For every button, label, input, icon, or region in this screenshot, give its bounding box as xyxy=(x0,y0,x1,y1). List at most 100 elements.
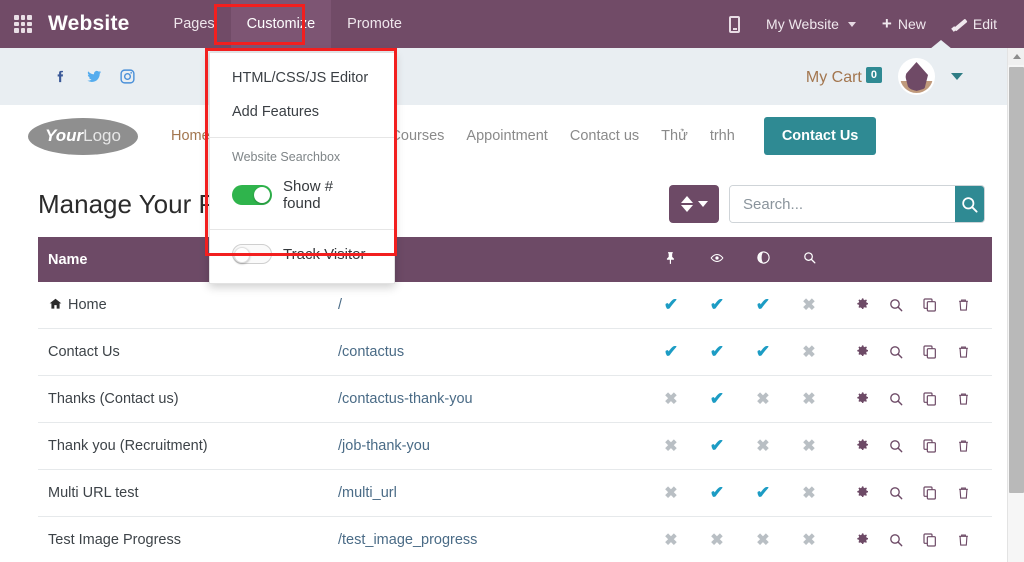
gear-icon[interactable] xyxy=(854,344,870,360)
page-name-text: Home xyxy=(68,297,107,313)
cell-row-actions xyxy=(832,469,992,517)
dropdown-item-add-features[interactable]: Add Features xyxy=(210,95,394,129)
cell-page-url[interactable]: / xyxy=(328,282,648,329)
trash-icon[interactable] xyxy=(956,532,971,548)
trash-icon[interactable] xyxy=(956,297,971,313)
trash-icon[interactable] xyxy=(956,344,971,360)
table-row[interactable]: Home / ✔ ✔ ✔ ✖ xyxy=(38,282,992,329)
column-header-pin[interactable] xyxy=(648,237,694,282)
website-selector-label: My Website xyxy=(766,16,839,32)
table-row[interactable]: Contact Us/contactus ✔ ✔ ✔ ✖ xyxy=(38,328,992,376)
avatar-chevron-down-icon[interactable] xyxy=(951,73,963,80)
magnifier-icon[interactable] xyxy=(888,344,904,360)
search-button[interactable] xyxy=(955,186,984,222)
duplicate-icon[interactable] xyxy=(922,485,938,501)
dropdown-item-html-css-js-editor[interactable]: HTML/CSS/JS Editor xyxy=(210,61,394,95)
logo-bold-text: Your xyxy=(45,126,84,145)
table-row[interactable]: Multi URL test/multi_url ✖ ✔ ✔ ✖ xyxy=(38,469,992,517)
gear-icon[interactable] xyxy=(854,485,870,501)
magnifier-icon[interactable] xyxy=(888,297,904,313)
duplicate-icon[interactable] xyxy=(922,297,938,313)
table-row[interactable]: Test Image Progress/test_image_progress ✖… xyxy=(38,516,992,562)
duplicate-icon[interactable] xyxy=(922,344,938,360)
duplicate-icon[interactable] xyxy=(922,532,938,548)
menu-item-pages[interactable]: Pages xyxy=(158,0,231,48)
duplicate-icon[interactable] xyxy=(922,438,938,454)
page-name-text: Thanks (Contact us) xyxy=(48,391,179,407)
cell-flag-2: ✔ xyxy=(740,469,786,517)
magnifier-icon[interactable] xyxy=(888,391,904,407)
cell-page-url[interactable]: /contactus-thank-you xyxy=(328,375,648,423)
cross-icon: ✖ xyxy=(664,391,678,408)
table-row[interactable]: Thanks (Contact us) /contactus-thank-you ✖… xyxy=(38,375,992,423)
menu-item-customize[interactable]: Customize xyxy=(230,0,332,48)
edit-button[interactable]: Edit xyxy=(939,16,1010,32)
cross-icon: ✖ xyxy=(756,438,770,455)
nav-link-trhh[interactable]: trhh xyxy=(699,128,746,144)
plus-icon: + xyxy=(881,14,892,33)
gear-icon[interactable] xyxy=(854,438,870,454)
cell-flag-3: ✖ xyxy=(786,516,832,562)
gear-icon[interactable] xyxy=(854,532,870,548)
scrollbar-thumb[interactable] xyxy=(1009,67,1024,493)
check-icon: ✔ xyxy=(663,295,679,314)
scroll-up-arrow-icon[interactable] xyxy=(1008,48,1024,65)
magnifier-icon[interactable] xyxy=(888,485,904,501)
nav-link-appointment[interactable]: Appointment xyxy=(455,128,558,144)
cell-page-url[interactable]: /job-thank-you xyxy=(328,422,648,470)
site-logo[interactable]: Your Logo xyxy=(28,117,138,155)
cell-flag-3: ✖ xyxy=(786,469,832,517)
website-selector[interactable]: My Website xyxy=(753,16,869,32)
magnifier-icon[interactable] xyxy=(888,532,904,548)
toggle-switch-on[interactable] xyxy=(232,185,272,205)
contact-us-button[interactable]: Contact Us xyxy=(763,117,877,155)
page-name-text: Thank you (Recruitment) xyxy=(48,438,208,454)
trash-icon[interactable] xyxy=(956,485,971,501)
column-header-published[interactable] xyxy=(694,237,740,282)
duplicate-icon[interactable] xyxy=(922,391,938,407)
mobile-preview-button[interactable] xyxy=(716,15,753,33)
cell-flag-0: ✖ xyxy=(648,469,694,517)
dropdown-toggle-show-found[interactable]: Show # found xyxy=(210,172,394,221)
table-row[interactable]: Thank you (Recruitment) /job-thank-you ✖ ✔ ✖… xyxy=(38,422,992,470)
cross-icon: ✖ xyxy=(664,438,678,455)
cell-page-url[interactable]: /test_image_progress xyxy=(328,516,648,562)
social-links xyxy=(52,68,136,85)
gear-icon[interactable] xyxy=(854,391,870,407)
sort-button[interactable] xyxy=(669,185,719,223)
magnifier-icon[interactable] xyxy=(888,438,904,454)
menu-item-promote[interactable]: Promote xyxy=(331,0,418,48)
cell-page-name: Contact Us xyxy=(38,328,328,376)
gear-icon[interactable] xyxy=(854,297,870,313)
twitter-icon[interactable] xyxy=(85,68,103,85)
column-header-indexed[interactable] xyxy=(740,237,786,282)
my-cart-link[interactable]: My Cart 0 xyxy=(806,66,882,87)
new-button[interactable]: + New xyxy=(869,14,939,33)
toggle-switch-off[interactable] xyxy=(232,244,272,264)
trash-icon[interactable] xyxy=(956,438,971,454)
cell-page-url[interactable]: /contactus xyxy=(328,328,648,376)
backend-bar-right: My Website + New Edit xyxy=(716,14,1024,33)
cell-page-name: Thank you (Recruitment) xyxy=(38,422,328,470)
avatar[interactable] xyxy=(900,60,933,93)
mobile-icon xyxy=(729,15,741,33)
cell-page-url[interactable]: /multi_url xyxy=(328,469,648,517)
facebook-icon[interactable] xyxy=(52,68,69,85)
cell-flag-2: ✖ xyxy=(740,516,786,562)
site-navigation: YourLogo Home Shop Blog Help Courses App… xyxy=(0,105,1007,167)
dropdown-toggle-track-visitor[interactable]: Track Visitor xyxy=(210,238,394,273)
column-header-search[interactable] xyxy=(786,237,832,282)
page-scrollbar[interactable] xyxy=(1007,48,1024,562)
trash-icon[interactable] xyxy=(956,391,971,407)
instagram-icon[interactable] xyxy=(119,68,136,85)
content-tools xyxy=(669,185,985,223)
dropdown-divider xyxy=(210,137,394,138)
page-content: Manage Your Pages Search... Name Home / … xyxy=(0,167,1007,562)
cross-icon: ✖ xyxy=(802,297,816,314)
search-input[interactable] xyxy=(730,186,955,222)
cell-flag-2: ✖ xyxy=(740,422,786,470)
nav-link-contact-us[interactable]: Contact us xyxy=(559,128,650,144)
nav-link-thu[interactable]: Thử xyxy=(650,128,699,144)
cell-page-name: Test Image Progress xyxy=(38,516,328,562)
apps-grid-icon[interactable] xyxy=(14,15,32,33)
